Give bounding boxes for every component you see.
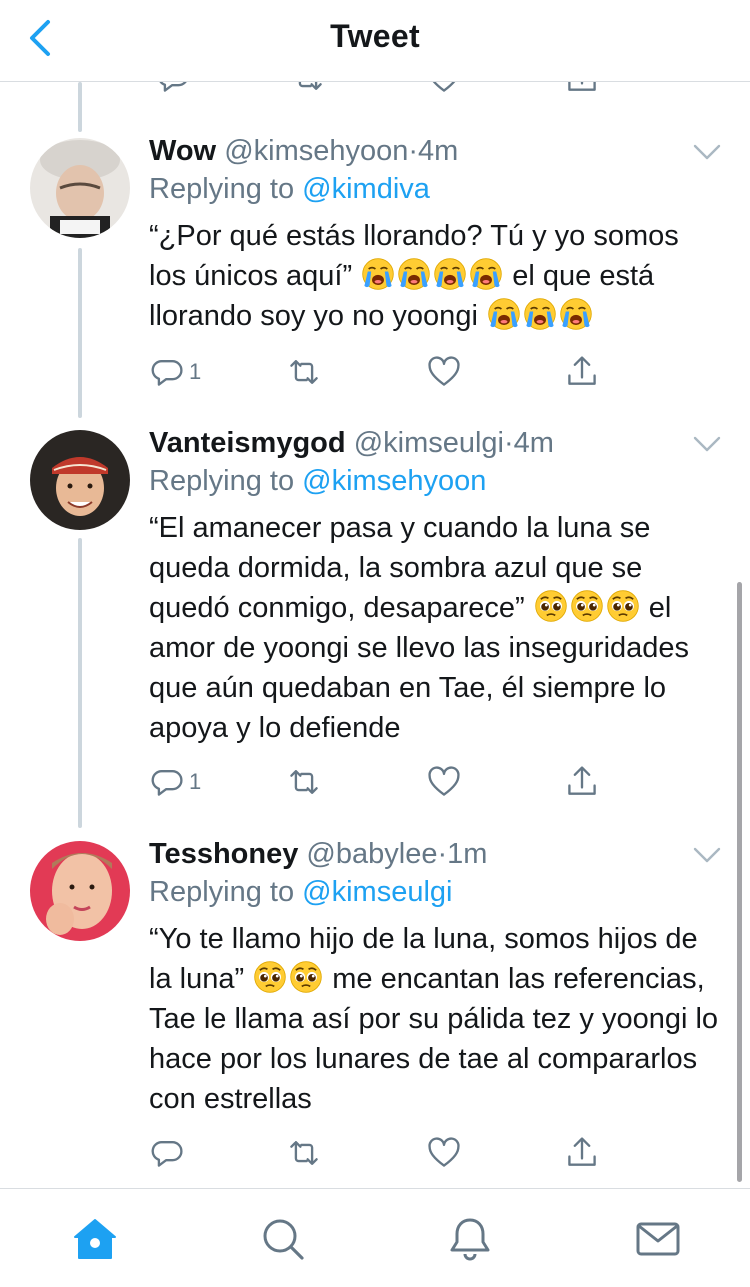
display-name[interactable]: Tesshoney (149, 838, 298, 870)
thread-line (78, 248, 82, 418)
replying-to: Replying to @kimsehyoon (149, 462, 722, 500)
retweet-icon (286, 354, 322, 390)
tweet-actions: 1 (149, 762, 609, 802)
like-button[interactable] (426, 1133, 462, 1173)
reply-button[interactable] (149, 1133, 189, 1173)
like-button[interactable] (426, 352, 462, 392)
separator: · (408, 135, 419, 167)
share-icon (564, 354, 600, 390)
avatar[interactable] (30, 430, 130, 530)
replying-to: Replying to @kimdiva (149, 170, 722, 208)
tab-messages[interactable] (634, 1215, 682, 1263)
tweet-actions (149, 1133, 609, 1173)
share-icon (564, 764, 600, 800)
display-name[interactable]: Vanteismygod (149, 427, 346, 459)
bottom-tab-bar (0, 1188, 750, 1287)
crying-face-emoji (469, 257, 503, 291)
mention-link[interactable]: @kimseulgi (302, 876, 452, 908)
heart-icon (426, 354, 462, 390)
heart-icon[interactable] (426, 82, 462, 96)
crying-face-emoji (487, 297, 521, 331)
bell-icon (450, 1218, 490, 1261)
crying-face-emoji (559, 297, 593, 331)
share-icon (564, 1135, 600, 1171)
heart-icon (426, 764, 462, 800)
previous-tweet-actions (0, 82, 750, 96)
user-handle[interactable]: @kimsehyoon (224, 135, 408, 167)
thread-line (78, 538, 82, 828)
replying-prefix: Replying to (149, 465, 295, 497)
avatar[interactable] (30, 138, 130, 238)
reply-button[interactable]: 1 (149, 352, 201, 392)
tweet-header: Wow @kimsehyoon·4m (149, 132, 722, 170)
share-button[interactable] (564, 352, 600, 392)
crying-face-emoji (397, 257, 431, 291)
tweet-header: Vanteismygod @kimseulgi·4m (149, 424, 722, 462)
tab-notifications[interactable] (446, 1215, 494, 1263)
page-title: Tweet (330, 18, 420, 54)
mail-icon (636, 1222, 680, 1256)
tab-home[interactable] (71, 1215, 119, 1263)
timestamp: 4m (513, 427, 554, 459)
crying-face-emoji (361, 257, 395, 291)
retweet-button[interactable] (286, 762, 322, 802)
display-name[interactable]: Wow (149, 135, 216, 167)
reply-icon (149, 354, 185, 390)
share-button[interactable] (564, 1133, 600, 1173)
replying-prefix: Replying to (149, 876, 295, 908)
reply-button[interactable]: 1 (149, 762, 201, 802)
pleading-face-emoji (534, 589, 568, 623)
retweet-button[interactable] (286, 352, 322, 392)
timestamp: 4m (418, 135, 459, 167)
tab-search[interactable] (259, 1215, 307, 1263)
share-icon[interactable] (564, 82, 600, 96)
separator: · (437, 838, 448, 870)
crying-face-emoji (433, 257, 467, 291)
tweet-text: “¿Por qué estás llorando? Tú y yo somos … (149, 216, 722, 336)
reply-icon (149, 764, 185, 800)
separator: · (504, 427, 514, 459)
pleading-face-emoji (570, 589, 604, 623)
heart-icon (426, 1135, 462, 1171)
avatar[interactable] (30, 841, 130, 941)
top-nav-bar: Tweet (0, 0, 750, 82)
reply-count: 1 (189, 359, 202, 384)
retweet-icon[interactable] (290, 82, 326, 96)
pleading-face-emoji (606, 589, 640, 623)
retweet-icon (286, 1135, 322, 1171)
reply-icon (149, 1135, 185, 1171)
replying-prefix: Replying to (149, 173, 295, 205)
user-handle[interactable]: @babylee (306, 838, 437, 870)
mention-link[interactable]: @kimdiva (302, 173, 430, 205)
timestamp: 1m (447, 838, 488, 870)
retweet-icon (286, 764, 322, 800)
tweet-text: “Yo te llamo hijo de la luna, somos hijo… (149, 919, 722, 1119)
user-handle[interactable]: @kimseulgi (354, 427, 504, 459)
chevron-down-icon[interactable] (692, 845, 722, 865)
replying-to: Replying to @kimseulgi (149, 873, 722, 911)
tweet-actions: 1 (149, 352, 609, 392)
reply-icon[interactable] (155, 82, 191, 96)
thread-line (78, 82, 82, 132)
reply-count: 1 (189, 769, 202, 794)
pleading-face-emoji (289, 960, 323, 994)
tweet-header: Tesshoney @babylee·1m (149, 835, 722, 873)
pleading-face-emoji (253, 960, 287, 994)
like-button[interactable] (426, 762, 462, 802)
scrollbar[interactable] (737, 582, 742, 1182)
chevron-down-icon[interactable] (692, 142, 722, 162)
share-button[interactable] (564, 762, 600, 802)
retweet-button[interactable] (286, 1133, 322, 1173)
crying-face-emoji (523, 297, 557, 331)
home-icon (74, 1219, 116, 1259)
chevron-down-icon[interactable] (692, 434, 722, 454)
mention-link[interactable]: @kimsehyoon (302, 465, 486, 497)
search-icon (263, 1219, 304, 1260)
tweet-text: “El amanecer pasa y cuando la luna se qu… (149, 508, 722, 748)
